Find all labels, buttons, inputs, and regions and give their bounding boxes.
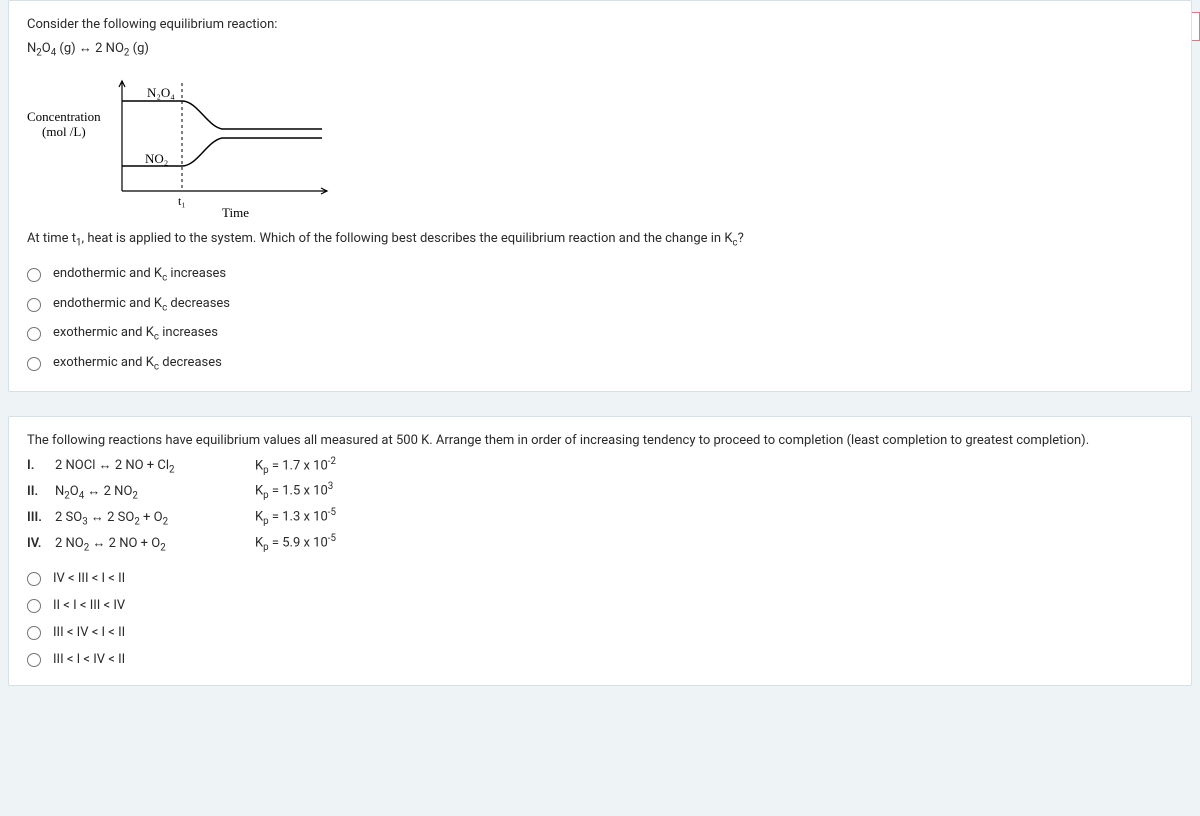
q1-option-b-label: endothermic and Kc decreases xyxy=(53,296,230,314)
q1-equation: N2O4 (g) ↔ 2 NO2 (g) xyxy=(27,40,1173,59)
reaction-kp-3: Kp = 1.3 x 10-5 xyxy=(255,507,336,527)
q2-radio-a[interactable] xyxy=(27,572,41,586)
reaction-num-3: III. xyxy=(27,510,55,525)
reaction-row-3: III. 2 SO3 ↔ 2 SO2 + O2 Kp = 1.3 x 10-5 xyxy=(27,507,1173,527)
q1-option-b[interactable]: endothermic and Kc decreases xyxy=(27,296,1173,314)
reaction-eq-2: N2O4 ↔ 2 NO2 xyxy=(55,483,255,502)
q2-option-a-label: IV < III < I < II xyxy=(53,571,125,586)
q1-prompt: Consider the following equilibrium react… xyxy=(27,17,1173,32)
graph-label-n2o4: N₂O₄ xyxy=(147,85,175,100)
reaction-eq-4: 2 NO2 ↔ 2 NO + O2 xyxy=(55,535,255,554)
graph-xlabel: Time xyxy=(222,205,249,220)
q1-options: endothermic and Kc increases endothermic… xyxy=(27,266,1173,372)
q1-radio-c[interactable] xyxy=(27,327,41,341)
q2-options: IV < III < I < II II < I < III < IV III … xyxy=(27,571,1173,667)
graph-ylabel: Concentration xyxy=(27,109,101,124)
reaction-num-4: IV. xyxy=(27,536,55,551)
q2-option-d-label: III < I < IV < II xyxy=(53,652,125,667)
equilibrium-graph: N₂O₄ NO₂ Concentration (mol /L) t₁ Time xyxy=(27,71,337,221)
reaction-eq-3: 2 SO3 ↔ 2 SO2 + O2 xyxy=(55,509,255,528)
q2-radio-d[interactable] xyxy=(27,653,41,667)
reactions-table: I. 2 NOCl ↔ 2 NO + Cl2 Kp = 1.7 x 10-2 I… xyxy=(27,456,1173,554)
reaction-kp-4: Kp = 5.9 x 10-5 xyxy=(255,533,336,553)
q2-option-b[interactable]: II < I < III < IV xyxy=(27,598,1173,613)
reaction-kp-2: Kp = 1.5 x 103 xyxy=(255,481,333,501)
q2-option-c[interactable]: III < IV < I < II xyxy=(27,625,1173,640)
q1-radio-b[interactable] xyxy=(27,298,41,312)
reaction-row-2: II. N2O4 ↔ 2 NO2 Kp = 1.5 x 103 xyxy=(27,481,1173,501)
q1-after-graph: At time t1, heat is applied to the syste… xyxy=(27,231,1173,249)
q2-option-b-label: II < I < III < IV xyxy=(53,598,125,613)
reaction-kp-1: Kp = 1.7 x 10-2 xyxy=(255,456,336,476)
reaction-num-2: II. xyxy=(27,484,55,499)
q1-radio-d[interactable] xyxy=(27,357,41,371)
q1-option-a-label: endothermic and Kc increases xyxy=(53,266,226,284)
reaction-row-4: IV. 2 NO2 ↔ 2 NO + O2 Kp = 5.9 x 10-5 xyxy=(27,533,1173,553)
graph-label-no2: NO₂ xyxy=(145,151,168,166)
reaction-num-1: I. xyxy=(27,458,55,473)
q1-option-c-label: exothermic and Kc increases xyxy=(53,325,218,343)
q1-option-d-label: exothermic and Kc decreases xyxy=(53,355,222,373)
q2-radio-c[interactable] xyxy=(27,626,41,640)
reaction-eq-1: 2 NOCl ↔ 2 NO + Cl2 xyxy=(55,457,255,476)
q2-option-c-label: III < IV < I < II xyxy=(53,625,125,640)
reaction-row-1: I. 2 NOCl ↔ 2 NO + Cl2 Kp = 1.7 x 10-2 xyxy=(27,456,1173,476)
graph-t1: t₁ xyxy=(178,194,186,208)
q2-option-d[interactable]: III < I < IV < II xyxy=(27,652,1173,667)
q2-prompt: The following reactions have equilibrium… xyxy=(27,433,1173,448)
q2-option-a[interactable]: IV < III < I < II xyxy=(27,571,1173,586)
q1-option-a[interactable]: endothermic and Kc increases xyxy=(27,266,1173,284)
graph-yunit: (mol /L) xyxy=(42,124,86,139)
question-1-card: Consider the following equilibrium react… xyxy=(8,0,1192,392)
q2-radio-b[interactable] xyxy=(27,599,41,613)
q1-option-c[interactable]: exothermic and Kc increases xyxy=(27,325,1173,343)
q1-option-d[interactable]: exothermic and Kc decreases xyxy=(27,355,1173,373)
question-2-card: The following reactions have equilibrium… xyxy=(8,416,1192,687)
q1-radio-a[interactable] xyxy=(27,268,41,282)
